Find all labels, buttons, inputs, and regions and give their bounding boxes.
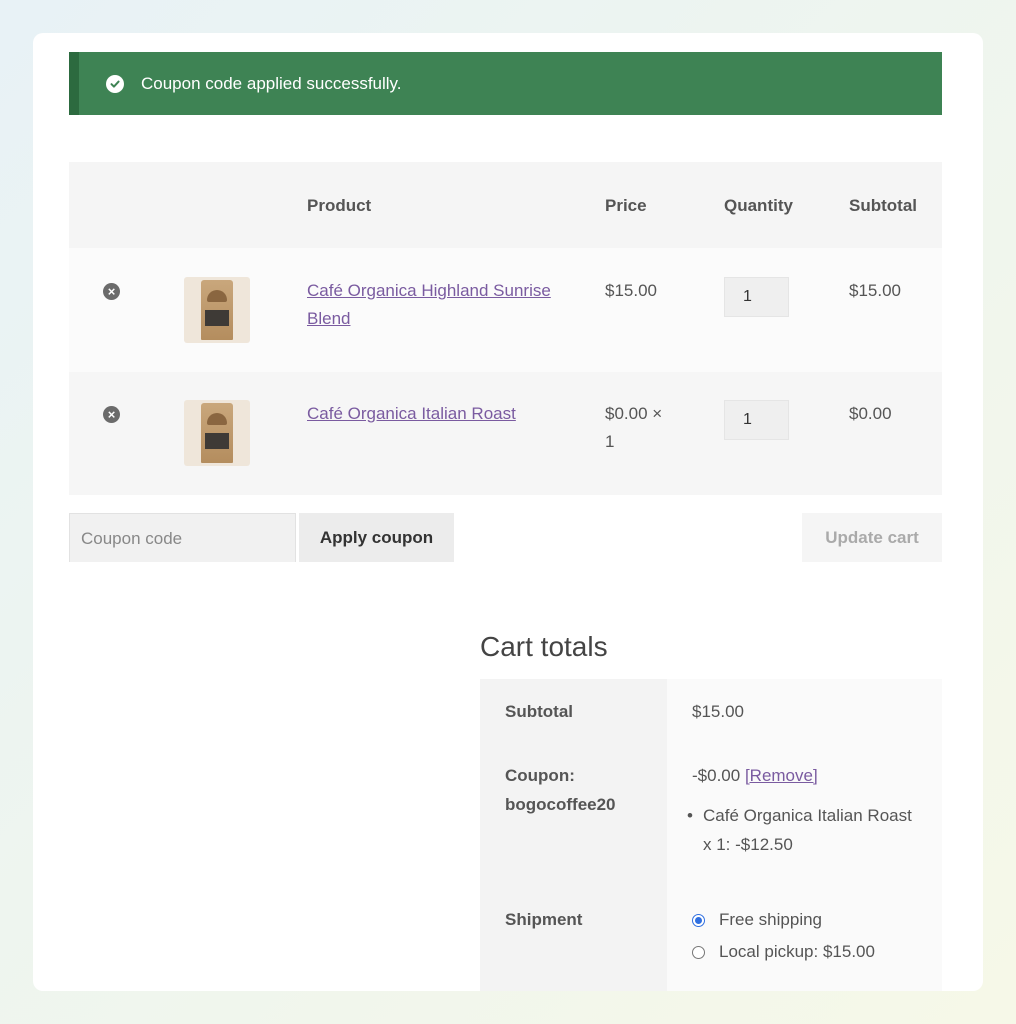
cart-table-header: Product Price Quantity Subtotal xyxy=(69,162,942,248)
product-thumbnail[interactable] xyxy=(184,277,250,343)
coupon-value: -$0.00 [Remove] xyxy=(692,766,818,785)
cart-page-card: Coupon code applied successfully. Produc… xyxy=(33,33,983,991)
cart-totals-title: Cart totals xyxy=(480,631,608,662)
header-quantity: Quantity xyxy=(724,196,793,215)
apply-coupon-button[interactable]: Apply coupon xyxy=(299,513,454,562)
quantity-input[interactable]: 1 xyxy=(724,277,789,317)
update-cart-button[interactable]: Update cart xyxy=(802,513,942,562)
radio-button-selected[interactable] xyxy=(692,913,705,927)
item-price: $15.00 xyxy=(605,281,657,300)
radio-button[interactable] xyxy=(692,945,705,959)
header-subtotal: Subtotal xyxy=(849,196,917,215)
product-link[interactable]: Café Organica Highland Sunrise Blend xyxy=(307,277,557,333)
item-price: $0.00 × 1 xyxy=(605,404,663,451)
coupon-label: Coupon: bogocoffee20 xyxy=(505,766,616,814)
shipment-label: Shipment xyxy=(505,910,583,929)
subtotal-value: $15.00 xyxy=(692,702,744,721)
shipping-option-free[interactable]: Free shipping xyxy=(692,910,822,930)
notice-message: Coupon code applied successfully. xyxy=(141,73,402,93)
header-price: Price xyxy=(605,196,647,215)
table-row: × Café Organica Highland Sunrise Blend $… xyxy=(69,248,942,372)
product-link[interactable]: Café Organica Italian Roast xyxy=(307,400,557,428)
quantity-input[interactable]: 1 xyxy=(724,400,789,440)
header-product: Product xyxy=(307,196,372,215)
shipping-option-local-pickup[interactable]: Local pickup: $15.00 xyxy=(692,942,875,962)
item-subtotal: $0.00 xyxy=(849,404,892,423)
coupon-code-input[interactable]: Coupon code xyxy=(69,513,296,562)
item-subtotal: $15.00 xyxy=(849,281,901,300)
subtotal-label: Subtotal xyxy=(505,702,573,721)
table-row: × Café Organica Italian Roast $0.00 × 1 … xyxy=(69,372,942,495)
remove-item-icon[interactable]: × xyxy=(103,406,120,423)
coupon-discount-item: Café Organica Italian Roast x 1: -$12.50 xyxy=(685,801,925,859)
coupon-success-notice: Coupon code applied successfully. xyxy=(69,52,942,115)
remove-coupon-link[interactable]: [Remove] xyxy=(745,766,818,785)
remove-item-icon[interactable]: × xyxy=(103,283,120,300)
check-circle-icon xyxy=(106,74,124,93)
product-thumbnail[interactable] xyxy=(184,400,250,466)
